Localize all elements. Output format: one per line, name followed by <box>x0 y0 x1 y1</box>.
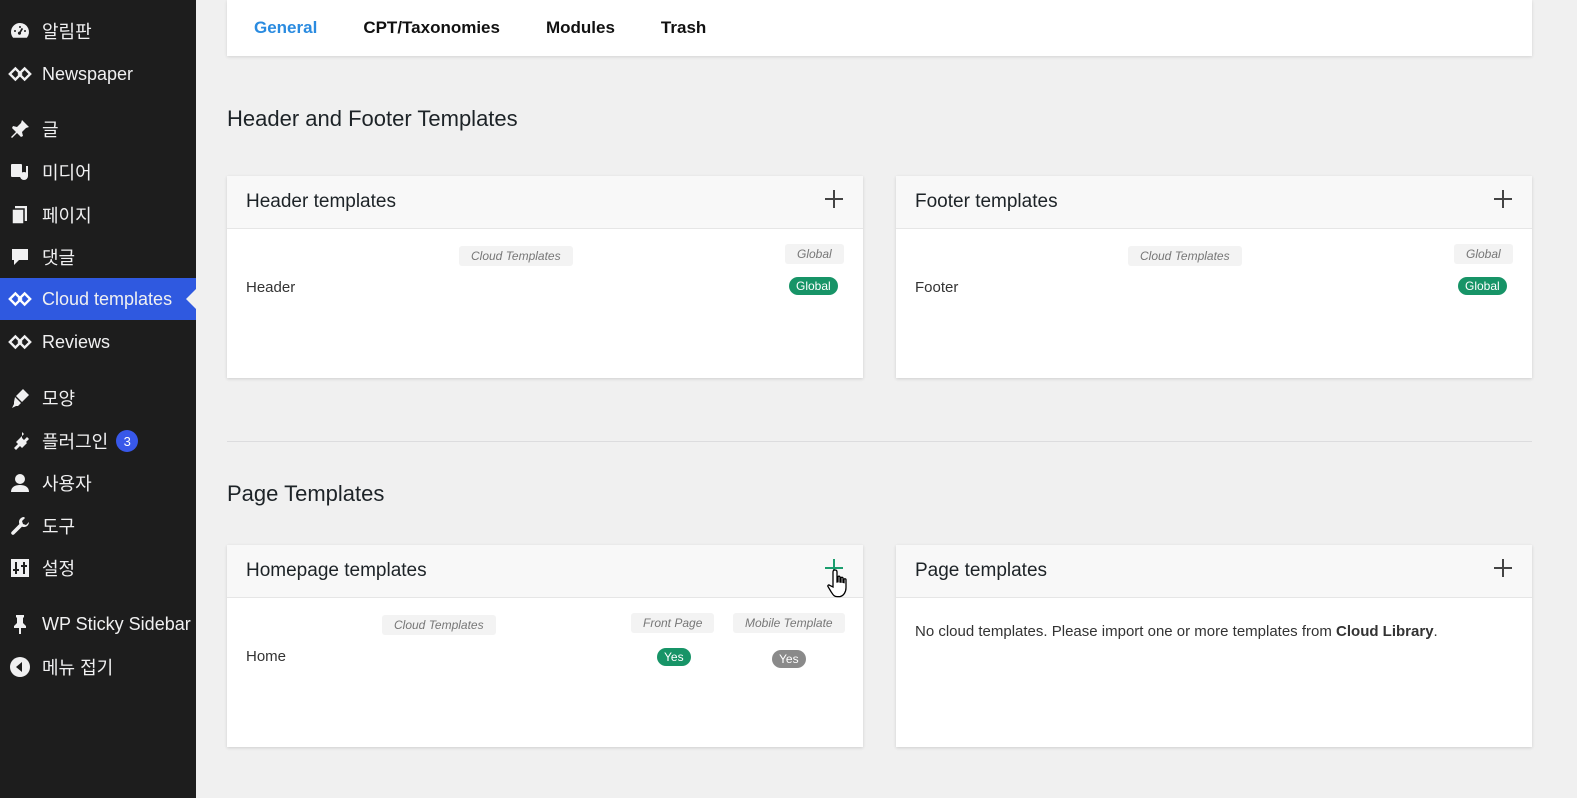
sidebar-item-wp-sticky-sidebar[interactable]: WP Sticky Sidebar <box>0 603 196 645</box>
hand-pointer-cursor-icon <box>827 569 847 598</box>
card-header: Homepage templates <box>227 545 863 598</box>
card-title: Header templates <box>246 191 396 212</box>
sidebar-item-collapse-menu[interactable]: 메뉴 접기 <box>0 646 196 688</box>
settings-icon <box>8 556 32 580</box>
newspaper-logo-icon <box>8 330 32 354</box>
sidebar-item-label: 도구 <box>42 517 76 537</box>
sidebar-item-tools[interactable]: 도구 <box>0 505 196 547</box>
sidebar-item-label: 메뉴 접기 <box>42 658 114 678</box>
sidebar-item-label: WP Sticky Sidebar <box>42 613 191 634</box>
mobile-template-status-badge[interactable]: Yes <box>772 650 806 668</box>
sidebar-item-pages[interactable]: 페이지 <box>0 194 196 236</box>
column-label-cloud-templates: Cloud Templates <box>1128 246 1242 266</box>
sidebar-item-label: 미디어 <box>42 163 92 183</box>
sidebar-item-label: 플러그인 <box>42 432 109 452</box>
tab-modules[interactable]: Modules <box>546 18 615 38</box>
global-status-badge[interactable]: Global <box>789 277 838 295</box>
update-count-badge: 3 <box>116 430 139 452</box>
card-header: Header templates <box>227 176 863 229</box>
card-header: Footer templates <box>896 176 1532 229</box>
sidebar-item-label: 페이지 <box>42 206 92 226</box>
template-name-link[interactable]: Home <box>246 648 286 665</box>
tab-trash[interactable]: Trash <box>661 18 706 38</box>
empty-state-text: No cloud templates. Please import one or… <box>915 623 1337 640</box>
sidebar-item-label: 설정 <box>42 559 76 579</box>
column-label-cloud-templates: Cloud Templates <box>382 615 496 635</box>
sidebar-item-label: Cloud templates <box>42 288 173 309</box>
sidebar-item-comments[interactable]: 댓글 <box>0 236 196 278</box>
settings-tabs: General CPT/Taxonomies Modules Trash <box>227 0 1532 56</box>
sidebar-item-label: 모양 <box>42 389 76 409</box>
sidebar-item-dashboard[interactable]: 알림판 <box>0 10 196 52</box>
sidebar-item-newspaper[interactable]: Newspaper <box>0 53 196 95</box>
sidebar-item-users[interactable]: 사용자 <box>0 462 196 504</box>
sidebar-item-appearance[interactable]: 모양 <box>0 377 196 419</box>
tab-general[interactable]: General <box>254 18 317 38</box>
card-header: Page templates <box>896 545 1532 598</box>
template-name-link[interactable]: Header <box>246 279 295 296</box>
wrench-icon <box>8 514 32 538</box>
column-label-front-page: Front Page <box>631 613 715 633</box>
column-label-global: Global <box>1454 244 1513 264</box>
collapse-icon <box>8 655 32 679</box>
media-icon <box>8 160 32 184</box>
card-title: Footer templates <box>915 191 1058 212</box>
pages-icon <box>8 203 32 227</box>
card-title: Homepage templates <box>246 560 427 581</box>
brush-icon <box>8 386 32 410</box>
header-templates-card: Header templates Cloud Templates Global … <box>227 176 863 378</box>
pushpin-icon <box>8 612 32 636</box>
front-page-status-badge[interactable]: Yes <box>657 648 691 666</box>
add-footer-template-button[interactable] <box>1492 188 1514 210</box>
newspaper-logo-icon <box>8 287 32 311</box>
section-title-header-footer: Header and Footer Templates <box>227 106 518 131</box>
plugin-icon <box>8 429 32 453</box>
sidebar-item-label: 글 <box>42 120 59 140</box>
sidebar-item-label: 알림판 <box>42 22 92 42</box>
global-status-badge[interactable]: Global <box>1458 277 1507 295</box>
admin-sidebar: 알림판 Newspaper 글 미디어 페이지 댓글 Cloud templat… <box>0 0 196 798</box>
add-header-template-button[interactable] <box>823 188 845 210</box>
sidebar-item-plugins[interactable]: 플러그인 3 <box>0 420 196 462</box>
comment-icon <box>8 245 32 269</box>
column-label-mobile-template: Mobile Template <box>733 613 845 633</box>
newspaper-logo-icon <box>8 62 32 86</box>
sidebar-item-media[interactable]: 미디어 <box>0 151 196 193</box>
page-templates-card: Page templates No cloud templates. Pleas… <box>896 545 1532 747</box>
sidebar-item-label: Newspaper <box>42 63 134 84</box>
tab-cpt-taxonomies[interactable]: CPT/Taxonomies <box>363 18 500 38</box>
sidebar-item-posts[interactable]: 글 <box>0 108 196 150</box>
add-page-template-button[interactable] <box>1492 557 1514 579</box>
user-icon <box>8 471 32 495</box>
sidebar-item-label: 사용자 <box>42 474 92 494</box>
empty-state-end: . <box>1433 623 1438 640</box>
sidebar-item-reviews[interactable]: Reviews <box>0 321 196 363</box>
template-name-link[interactable]: Footer <box>915 279 958 296</box>
dashboard-icon <box>8 19 32 43</box>
sidebar-item-label: Reviews <box>42 331 111 352</box>
section-title-page-templates: Page Templates <box>227 481 385 506</box>
sidebar-item-settings[interactable]: 설정 <box>0 547 196 589</box>
empty-state-message: No cloud templates. Please import one or… <box>915 623 1438 640</box>
homepage-templates-card: Homepage templates Cloud Templates Front… <box>227 545 863 747</box>
sidebar-item-cloud-templates[interactable]: Cloud templates <box>0 278 196 320</box>
card-title: Page templates <box>915 560 1048 581</box>
sidebar-item-label: 댓글 <box>42 248 76 268</box>
footer-templates-card: Footer templates Cloud Templates Global … <box>896 176 1532 378</box>
pin-icon <box>8 117 32 141</box>
cloud-library-link[interactable]: Cloud Library <box>1336 623 1434 640</box>
column-label-global: Global <box>785 244 844 264</box>
section-divider <box>227 441 1532 442</box>
column-label-cloud-templates: Cloud Templates <box>459 246 573 266</box>
